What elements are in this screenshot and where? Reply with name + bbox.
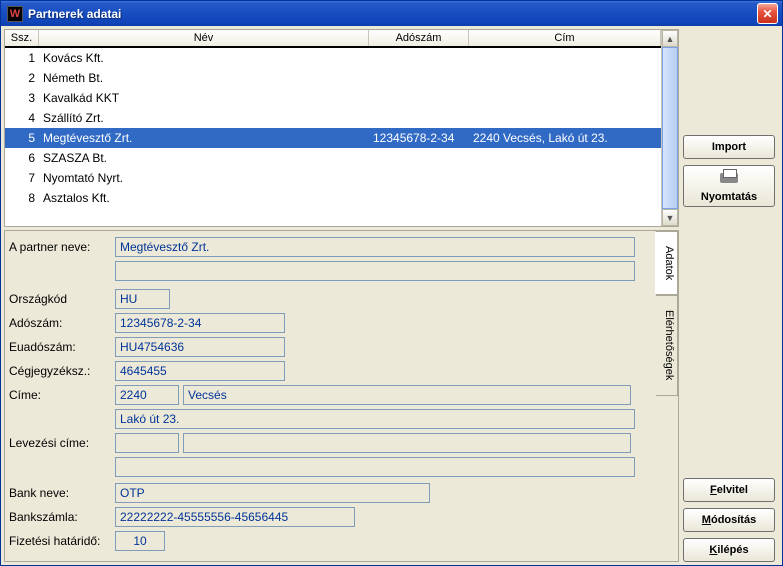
tab-adatok[interactable]: Adatok — [655, 231, 678, 295]
label-fizetesi: Fizetési határidő: — [9, 534, 111, 548]
input-bank-neve[interactable] — [115, 483, 430, 503]
window: W Partnerek adatai ✕ Ssz. Név Adószám Cí… — [0, 0, 783, 566]
felvitel-rest: elvitel — [717, 484, 748, 496]
label-partner-neve: A partner neve: — [9, 240, 111, 254]
input-adoszam[interactable] — [115, 313, 285, 333]
details-panel: A partner neve: Országkód Adószám: — [4, 230, 679, 562]
label-orszagkod: Országkód — [9, 292, 111, 306]
table-row[interactable]: 3Kavalkád KKT — [5, 88, 661, 108]
label-euadoszam: Euadószám: — [9, 340, 111, 354]
cell-ssz: 3 — [5, 91, 39, 105]
cell-ssz: 4 — [5, 111, 39, 125]
spacer — [683, 213, 779, 472]
table-row[interactable]: 7Nyomtató Nyrt. — [5, 168, 661, 188]
cell-nev: Megtévesztő Zrt. — [39, 131, 369, 145]
modositas-rest: ódosítás — [711, 514, 756, 526]
input-euadoszam[interactable] — [115, 337, 285, 357]
label-levelezesi: Levezési címe: — [9, 436, 111, 450]
right-column: Import Nyomtatás Felvitel Módosítás Kilé… — [683, 29, 779, 562]
cell-adoszam: 12345678-2-34 — [369, 131, 469, 145]
scroll-up-icon[interactable]: ▲ — [662, 30, 678, 47]
felvitel-button[interactable]: Felvitel — [683, 478, 775, 502]
table-row[interactable]: 6SZASZA Bt. — [5, 148, 661, 168]
kilepes-rest: ilépés — [717, 544, 748, 556]
input-lev-utca[interactable] — [115, 457, 635, 477]
input-lev-varos[interactable] — [183, 433, 631, 453]
kilepes-button[interactable]: Kilépés — [683, 538, 775, 562]
body: Ssz. Név Adószám Cím 1Kovács Kft.2Németh… — [1, 26, 782, 565]
input-utca[interactable] — [115, 409, 635, 429]
cell-ssz: 5 — [5, 131, 39, 145]
input-partner-neve-2[interactable] — [115, 261, 635, 281]
cell-nev: SZASZA Bt. — [39, 151, 369, 165]
modositas-button[interactable]: Módosítás — [683, 508, 775, 532]
cell-nev: Asztalos Kft. — [39, 191, 369, 205]
left-column: Ssz. Név Adószám Cím 1Kovács Kft.2Németh… — [4, 29, 679, 562]
print-button[interactable]: Nyomtatás — [683, 165, 775, 207]
import-button[interactable]: Import — [683, 135, 775, 159]
tab-elerhetosegek[interactable]: Elérhetőségek — [656, 295, 678, 395]
input-bankszamla[interactable] — [115, 507, 355, 527]
label-cime: Címe: — [9, 388, 111, 402]
label-cegjegyzeksz: Cégjegyzéksz.: — [9, 364, 111, 378]
cell-ssz: 2 — [5, 71, 39, 85]
col-header-cim[interactable]: Cím — [469, 30, 661, 46]
scroll-thumb[interactable] — [662, 47, 678, 209]
side-tabs: Adatok Elérhetőségek — [656, 231, 678, 561]
input-fizetesi[interactable] — [115, 531, 165, 551]
table-row[interactable]: 4Szállító Zrt. — [5, 108, 661, 128]
input-lev-irsz[interactable] — [115, 433, 179, 453]
cell-nev: Németh Bt. — [39, 71, 369, 85]
printer-icon — [718, 169, 740, 187]
titlebar: W Partnerek adatai ✕ — [1, 1, 782, 26]
cell-nev: Kavalkád KKT — [39, 91, 369, 105]
table-row[interactable]: 1Kovács Kft. — [5, 48, 661, 68]
input-orszagkod[interactable] — [115, 289, 170, 309]
input-cegjegyzeksz[interactable] — [115, 361, 285, 381]
window-title: Partnerek adatai — [28, 7, 757, 21]
input-irsz[interactable] — [115, 385, 179, 405]
close-button[interactable]: ✕ — [757, 3, 778, 24]
col-header-nev[interactable]: Név — [39, 30, 369, 46]
cell-ssz: 1 — [5, 51, 39, 65]
table-header: Ssz. Név Adószám Cím — [5, 30, 661, 48]
cell-cim: 2240 Vecsés, Lakó út 23. — [469, 131, 661, 145]
partners-table: Ssz. Név Adószám Cím 1Kovács Kft.2Németh… — [4, 29, 679, 227]
cell-ssz: 8 — [5, 191, 39, 205]
label-bankszamla: Bankszámla: — [9, 510, 111, 524]
table-row[interactable]: 2Németh Bt. — [5, 68, 661, 88]
label-bank-neve: Bank neve: — [9, 486, 111, 500]
input-varos[interactable] — [183, 385, 631, 405]
app-icon: W — [7, 6, 23, 22]
cell-nev: Szállító Zrt. — [39, 111, 369, 125]
label-adoszam: Adószám: — [9, 316, 111, 330]
cell-nev: Kovács Kft. — [39, 51, 369, 65]
table-body: 1Kovács Kft.2Németh Bt.3Kavalkád KKT4Szá… — [5, 48, 661, 226]
col-header-adoszam[interactable]: Adószám — [369, 30, 469, 46]
print-button-label: Nyomtatás — [701, 191, 757, 203]
cell-ssz: 7 — [5, 171, 39, 185]
cell-nev: Nyomtató Nyrt. — [39, 171, 369, 185]
input-partner-neve[interactable] — [115, 237, 635, 257]
table-row[interactable]: 8Asztalos Kft. — [5, 188, 661, 208]
vertical-scrollbar[interactable]: ▲ ▼ — [661, 30, 678, 226]
table-row[interactable]: 5Megtévesztő Zrt.12345678-2-342240 Vecsé… — [5, 128, 661, 148]
scroll-down-icon[interactable]: ▼ — [662, 209, 678, 226]
col-header-ssz[interactable]: Ssz. — [5, 30, 39, 46]
cell-ssz: 6 — [5, 151, 39, 165]
form: A partner neve: Országkód Adószám: — [5, 231, 656, 561]
